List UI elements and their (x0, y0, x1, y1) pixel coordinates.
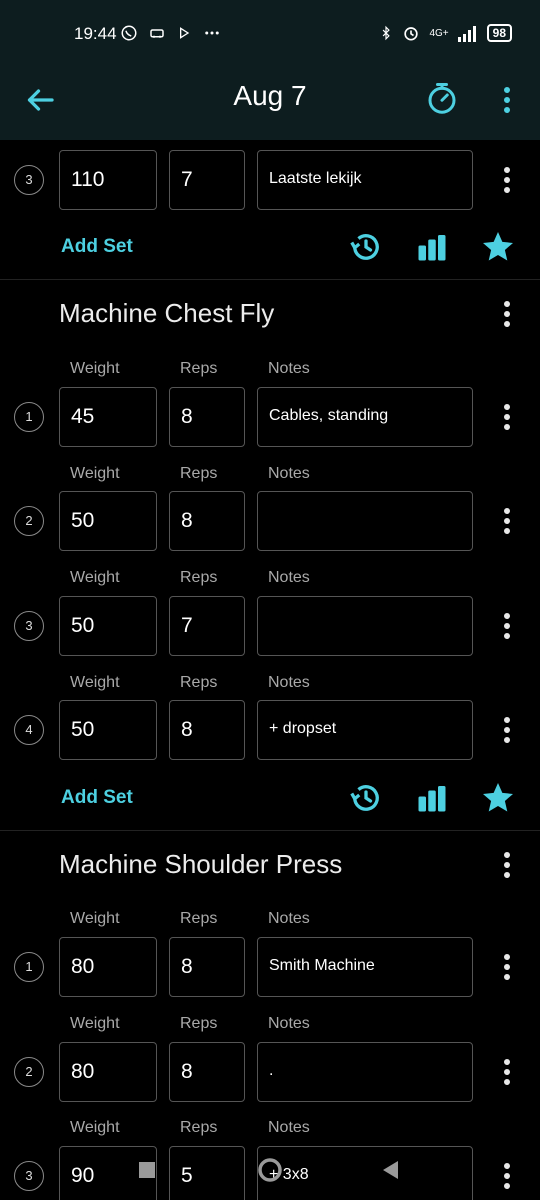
weight-label: Weight (70, 569, 120, 586)
set-row: 3 110 7 Laatste lekijk (0, 150, 540, 210)
set-menu-icon[interactable] (496, 162, 518, 198)
star-icon[interactable] (480, 229, 516, 265)
notes-field[interactable] (257, 491, 473, 551)
signal-icon (457, 26, 476, 42)
whatsapp-icon (121, 25, 137, 41)
status-bar: 19:44 4G+ 98 (0, 0, 540, 70)
bluetooth-icon (383, 25, 391, 41)
car-icon (150, 29, 164, 38)
reps-field[interactable]: 7 (169, 150, 245, 210)
reps-field[interactable]: 8 (169, 387, 245, 447)
reps-field[interactable]: 8 (169, 700, 245, 760)
notes-field[interactable] (257, 596, 473, 656)
alarm-icon (404, 27, 419, 41)
battery-indicator: 98 (486, 24, 512, 42)
reps-label: Reps (180, 1119, 218, 1136)
reps-label: Reps (180, 1015, 218, 1032)
weight-label: Weight (70, 674, 120, 691)
reps-label: Reps (180, 910, 218, 927)
reps-label: Reps (180, 569, 218, 586)
notes-label: Notes (268, 465, 310, 482)
reps-field[interactable]: 7 (169, 596, 245, 656)
more-dots (205, 31, 219, 35)
weight-field[interactable]: 110 (59, 150, 157, 210)
set-number: 3 (14, 611, 44, 641)
bar-chart-icon[interactable] (414, 780, 450, 816)
set-menu-icon[interactable] (496, 712, 518, 748)
set-row: 1 45 8 Cables, standing (0, 387, 540, 447)
set-row: 4 50 8 + dropset (0, 700, 540, 760)
exercise-title: Machine Shoulder Press (59, 849, 343, 879)
set-number: 1 (14, 402, 44, 432)
notes-label: Notes (268, 569, 310, 586)
history-icon[interactable] (348, 229, 384, 265)
reps-field[interactable]: 8 (169, 491, 245, 551)
weight-label: Weight (70, 910, 120, 927)
notes-field[interactable]: + dropset (257, 700, 473, 760)
weight-field[interactable]: 50 (59, 596, 157, 656)
notes-label: Notes (268, 1015, 310, 1032)
system-nav-bar (0, 1148, 540, 1200)
set-number: 1 (14, 952, 44, 982)
status-right-icons: 4G+ 98 (379, 23, 512, 43)
history-icon[interactable] (348, 780, 384, 816)
reps-field[interactable]: 8 (169, 937, 245, 997)
set-menu-icon[interactable] (496, 949, 518, 985)
stopwatch-icon[interactable] (424, 80, 460, 116)
notes-field[interactable]: Laatste lekijk (257, 150, 473, 210)
exercise-menu-icon[interactable] (496, 847, 518, 883)
weight-label: Weight (70, 465, 120, 482)
set-number: 2 (14, 506, 44, 536)
notes-label: Notes (268, 1119, 310, 1136)
set-row: 3 50 7 (0, 596, 540, 656)
set-menu-icon[interactable] (496, 399, 518, 435)
status-left-icons (120, 24, 222, 42)
set-number: 4 (14, 715, 44, 745)
notes-label: Notes (268, 674, 310, 691)
reps-label: Reps (180, 465, 218, 482)
notes-field[interactable]: Smith Machine (257, 937, 473, 997)
add-set-button[interactable]: Add Set (61, 787, 133, 809)
recents-square-icon[interactable] (132, 1156, 162, 1186)
set-menu-icon[interactable] (496, 608, 518, 644)
set-number: 2 (14, 1057, 44, 1087)
bar-chart-icon[interactable] (414, 229, 450, 265)
notes-field[interactable]: Cables, standing (257, 387, 473, 447)
home-circle-icon[interactable] (255, 1156, 285, 1186)
reps-label: Reps (180, 360, 218, 377)
set-number: 3 (14, 165, 44, 195)
notes-field[interactable]: . (257, 1042, 473, 1102)
workout-list[interactable]: 3 110 7 Laatste lekijk Add Set Machine C… (0, 140, 540, 1200)
set-menu-icon[interactable] (496, 1054, 518, 1090)
set-menu-icon[interactable] (496, 503, 518, 539)
notes-label: Notes (268, 360, 310, 377)
reps-field[interactable]: 8 (169, 1042, 245, 1102)
reps-label: Reps (180, 674, 218, 691)
network-type: 4G+ (429, 27, 449, 39)
divider (0, 279, 540, 280)
play-icon (180, 27, 190, 39)
set-row: 1 80 8 Smith Machine (0, 937, 540, 997)
weight-label: Weight (70, 1119, 120, 1136)
star-icon[interactable] (480, 780, 516, 816)
weight-field[interactable]: 50 (59, 700, 157, 760)
status-time: 19:44 (74, 24, 117, 43)
add-set-button[interactable]: Add Set (61, 236, 133, 258)
weight-label: Weight (70, 360, 120, 377)
exercise-title: Machine Chest Fly (59, 298, 275, 328)
back-triangle-icon[interactable] (376, 1156, 406, 1186)
weight-field[interactable]: 45 (59, 387, 157, 447)
app-bar: Aug 7 (0, 70, 540, 140)
set-row: 2 80 8 . (0, 1042, 540, 1102)
weight-label: Weight (70, 1015, 120, 1032)
set-row: 2 50 8 (0, 491, 540, 551)
weight-field[interactable]: 80 (59, 1042, 157, 1102)
divider (0, 830, 540, 831)
weight-field[interactable]: 80 (59, 937, 157, 997)
weight-field[interactable]: 50 (59, 491, 157, 551)
overflow-menu-icon[interactable] (496, 82, 518, 118)
exercise-menu-icon[interactable] (496, 296, 518, 332)
notes-label: Notes (268, 910, 310, 927)
